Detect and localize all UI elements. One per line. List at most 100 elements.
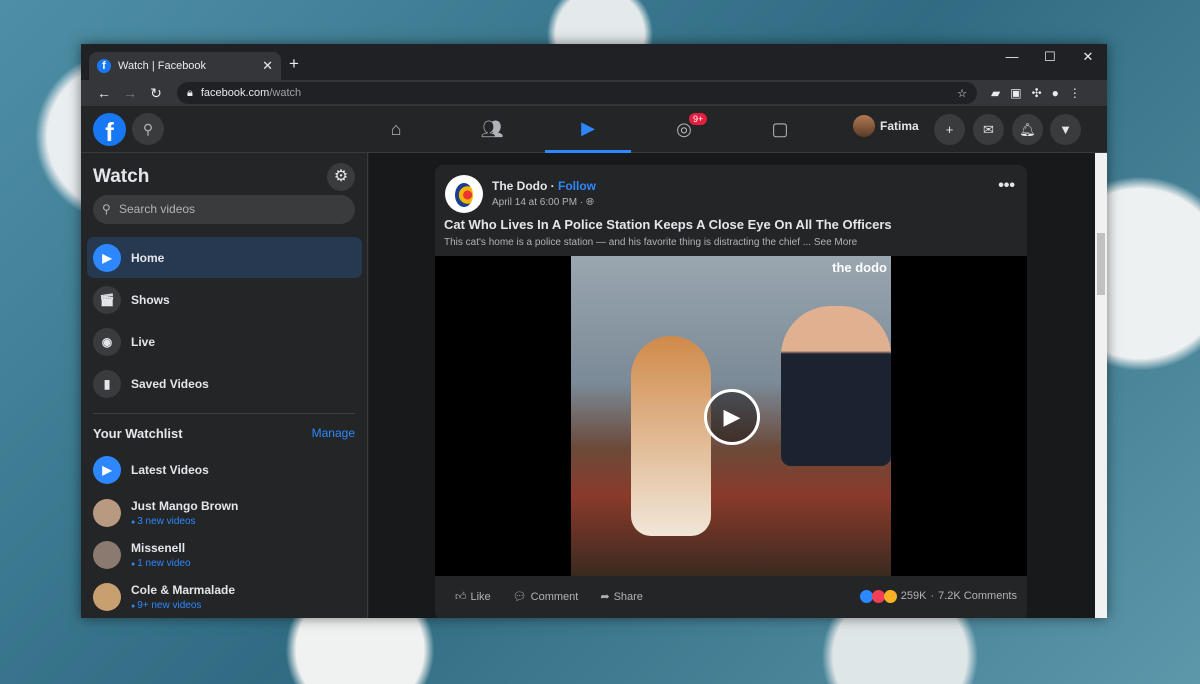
share-button[interactable]: ➦ Share [600,590,643,603]
author-name[interactable]: The Dodo [492,179,547,193]
comment-icon: 💬︎ [513,591,527,603]
comment-button[interactable]: 💬︎ Comment [513,590,579,603]
globe-icon: 🌐︎ [586,197,594,208]
reactions-summary[interactable]: 259K · 7.2K Comments [860,590,1017,603]
item-label: Missenell [131,541,185,555]
sidebar-item-live[interactable]: ◉ Live [87,321,362,362]
avatar [853,115,875,137]
menu-kebab-icon[interactable]: ⋮ [1069,86,1081,100]
messenger-icon[interactable]: ✉ [973,114,1004,145]
video-thumbnail: the dodo ▶ [571,256,891,576]
watchlist-item[interactable]: Just Mango Brown3 new videos [87,492,362,533]
clapper-icon: 🎬︎ [93,286,121,314]
facebook-logo[interactable]: f [93,113,126,146]
watchlist-item[interactable]: Missenell 1 new video [87,534,362,575]
item-label: Live [131,335,155,349]
officer-image [781,306,891,466]
back-icon[interactable]: ← [91,85,117,101]
follow-button[interactable]: Follow [558,179,596,193]
create-plus-icon[interactable]: + [934,114,965,145]
manage-link[interactable]: Manage [312,426,355,440]
nav-gaming-icon[interactable]: ▢ [737,106,823,153]
close-tab-icon[interactable]: ✕ [262,58,273,74]
url-input[interactable]: 🔒︎ facebook.com/watch ☆ [177,82,977,104]
search-videos-input[interactable]: ⚲Search videos [93,195,355,224]
play-icon: ▶ [93,456,121,484]
tab-bar: f Watch | Facebook ✕ + —☐✕ [81,44,1107,80]
item-label: Shows [131,293,170,307]
comment-count[interactable]: 7.2K Comments [938,590,1017,602]
forward-icon[interactable]: → [117,85,143,101]
sidebar-item-saved[interactable]: ▮ Saved Videos [87,363,362,404]
share-icon: ➦ [600,591,609,603]
item-sub: 1 new video [131,558,191,569]
watch-sidebar: Watch ⚙ ⚲Search videos ▶Home 🎬︎Shows ◉Li… [81,153,368,618]
groups-badge: 9+ [689,113,707,125]
dodo-watermark: the dodo [832,262,887,274]
maximize-button[interactable]: ☐ [1031,44,1069,70]
post-actions: 👍︎ Like 💬︎ Comment ➦ Share 259K · 7.2K Comm… [435,576,1027,616]
url-host: facebook.com [201,87,269,99]
nav-home-icon[interactable]: ⌂ [353,106,439,153]
profile-avatar[interactable]: ● [1052,86,1059,100]
video-post: The Dodo · Follow April 14 at 6:00 PM · … [435,165,1027,618]
scrollbar-thumb[interactable] [1097,233,1105,295]
watchlist-item[interactable]: Cole & Marmalade9+ new videos [87,576,362,617]
item-label: Cole & Marmalade [131,583,235,597]
bookmark-star-icon[interactable]: ☆ [957,87,967,100]
url-path: /watch [269,87,301,99]
minimize-button[interactable]: — [993,44,1031,70]
extension-off-icon[interactable]: ▣ [1010,86,1021,100]
extensions-puzzle-icon[interactable]: ✣ [1032,86,1042,100]
nav-watch-icon[interactable]: ▶ [545,106,631,153]
close-window-button[interactable]: ✕ [1069,44,1107,70]
watchlist-title: Your Watchlist [93,426,183,441]
comment-label: Comment [531,591,579,603]
love-reaction-icon [872,590,885,603]
new-tab-button[interactable]: + [289,54,299,74]
extension-icon[interactable]: ▰ [991,86,1000,100]
item-label: Latest Videos [131,463,209,477]
share-label: Share [614,591,643,603]
user-name: Fatima [880,119,919,133]
account-dropdown-icon[interactable]: ▼ [1050,114,1081,145]
avatar [93,583,121,611]
play-button-icon[interactable]: ▶ [704,389,760,445]
post-title[interactable]: Cat Who Lives In A Police Station Keeps … [444,217,892,232]
like-reaction-icon [860,590,873,603]
bookmark-icon: ▮ [93,370,121,398]
item-label: Just Mango Brown [131,499,238,513]
video-player[interactable]: the dodo ▶ [435,256,1027,576]
browser-window: f Watch | Facebook ✕ + —☐✕ ← → ↻ 🔒︎ face… [81,44,1107,618]
thumbs-up-icon: 👍︎ [455,591,467,603]
divider [93,413,355,414]
watchlist-item[interactable]: ▶ Latest Videos [87,449,362,490]
nav-groups-icon[interactable]: ◎9+ [641,106,727,153]
notifications-bell-icon[interactable]: 🔔︎ [1012,114,1043,145]
search-icon[interactable]: ⚲ [132,113,164,145]
sidebar-title: Watch [93,166,149,188]
facebook-favicon-icon: f [97,59,111,73]
item-label: Home [131,251,164,265]
profile-link[interactable]: Fatima [853,115,919,137]
sidebar-item-home[interactable]: ▶Home [87,237,362,278]
search-icon: ⚲ [102,195,111,224]
post-date[interactable]: April 14 at 6:00 PM [492,197,577,208]
browser-tab[interactable]: f Watch | Facebook ✕ [89,52,281,80]
page-avatar[interactable] [445,175,483,213]
avatar [93,541,121,569]
more-options-icon[interactable]: ••• [998,177,1015,195]
live-camera-icon: ◉ [93,328,121,356]
like-label: Like [471,591,491,603]
post-description: This cat's home is a police station — an… [444,237,857,248]
reload-icon[interactable]: ↻ [143,85,169,102]
gear-icon[interactable]: ⚙ [327,163,355,191]
tab-title: Watch | Facebook [118,60,206,72]
sidebar-item-shows[interactable]: 🎬︎ Shows [87,279,362,320]
item-label: Saved Videos [131,377,209,391]
like-button[interactable]: 👍︎ Like [455,590,491,603]
watch-feed: The Dodo · Follow April 14 at 6:00 PM · … [369,153,1095,618]
lock-icon: 🔒︎ [187,87,193,100]
scrollbar[interactable] [1095,153,1107,618]
nav-friends-icon[interactable]: 👥︎ [449,106,535,153]
